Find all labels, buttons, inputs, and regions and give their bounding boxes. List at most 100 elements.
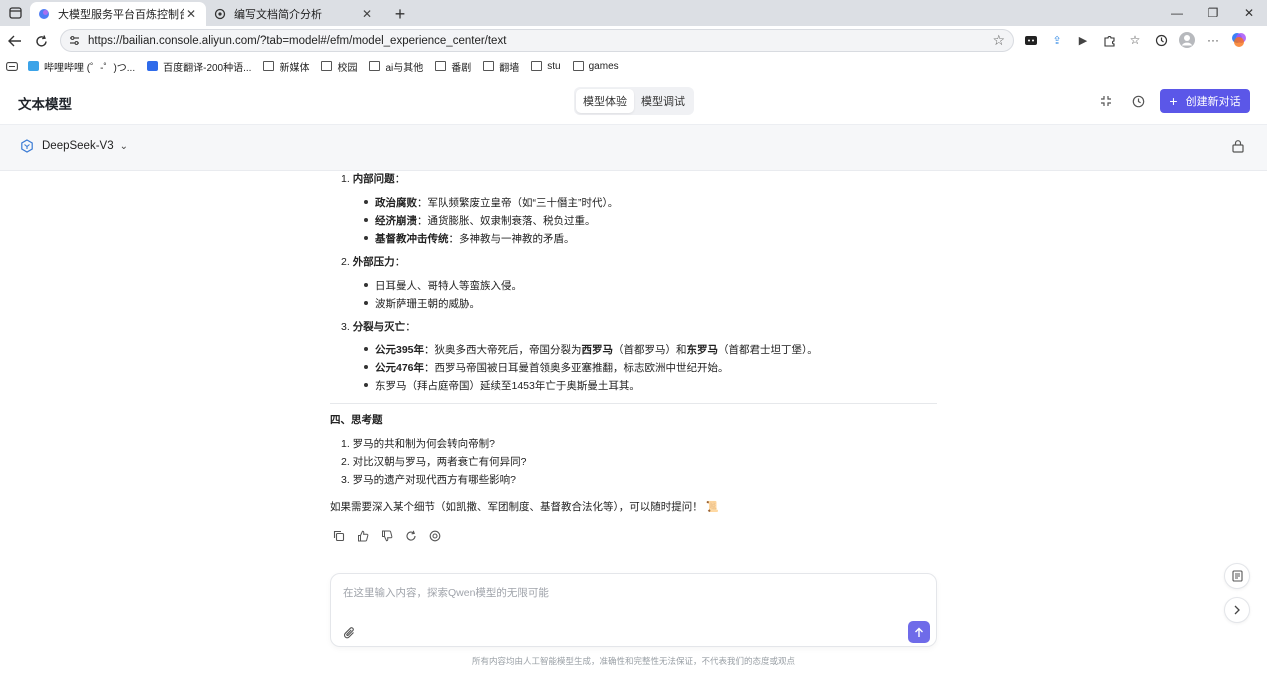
question-item: 2. 对比汉朝与罗马，两者衰亡有何异同?	[341, 456, 527, 468]
bookmark-folder-new-media[interactable]: 新媒体	[263, 59, 309, 74]
bullet-dot	[364, 301, 368, 305]
section-heading: 1. 内部问题：	[341, 173, 406, 185]
bookmark-folder-ai[interactable]: ai与其他	[369, 59, 423, 74]
section-title: 四、思考题	[330, 414, 383, 426]
profile-avatar-icon[interactable]	[1176, 29, 1198, 51]
scroll-emoji: 📜	[705, 501, 719, 513]
list-item: 日耳曼人、哥特人等蛮族入侵。	[375, 280, 522, 292]
folder-icon	[321, 61, 333, 71]
folder-icon	[435, 61, 447, 71]
attachment-paperclip-icon[interactable]	[343, 626, 357, 640]
folder-icon	[483, 61, 495, 71]
bookmark-folder-stu[interactable]: stu	[531, 61, 561, 72]
extensions-toolbar: ⇪ ▶ ☆ ···	[1020, 29, 1250, 51]
tab-model-experience[interactable]: 模型体验	[576, 89, 634, 113]
collapse-icon[interactable]	[1096, 91, 1116, 111]
browser-tab-active[interactable]: 大模型服务平台百炼控制台 ✕	[30, 2, 206, 26]
chevron-down-icon: ⌄	[119, 140, 128, 152]
section-heading: 2. 外部压力：	[341, 256, 406, 268]
chatgpt-favicon-icon	[214, 8, 226, 20]
baidu-translate-icon	[147, 61, 159, 71]
target-icon[interactable]	[429, 530, 441, 542]
bailian-favicon-icon	[39, 9, 49, 19]
tab-actions-icon[interactable]	[0, 0, 30, 26]
back-icon[interactable]	[2, 28, 28, 54]
history-clock-icon[interactable]	[1128, 91, 1148, 111]
divider	[330, 403, 937, 404]
bullet-dot	[364, 347, 368, 351]
lock-icon[interactable]	[1231, 139, 1245, 153]
app-header: 文本模型 模型体验 模型调试 + 创建新对话	[0, 77, 1267, 125]
window-controls: — ❐ ✕	[1159, 0, 1267, 26]
new-chat-label: 创建新对话	[1185, 96, 1241, 108]
list-item: 波斯萨珊王朝的威胁。	[375, 298, 480, 310]
bookmark-folder-campus[interactable]: 校园	[321, 59, 357, 74]
copilot-icon[interactable]	[1228, 29, 1250, 51]
tab-title: 大模型服务平台百炼控制台	[58, 9, 184, 21]
model-selector[interactable]: DeepSeek-V3 ⌄	[20, 139, 128, 153]
list-item: 公元395年：狄奥多西大帝死后，帝国分裂为西罗马（首都罗马）和东罗马（首都君士坦…	[375, 344, 818, 356]
new-tab-button[interactable]: +	[388, 2, 412, 26]
reload-icon[interactable]	[28, 28, 54, 54]
bookmark-folder-vpn[interactable]: 翻墙	[483, 59, 519, 74]
chevron-right-icon	[1234, 605, 1240, 615]
copy-icon[interactable]	[333, 530, 345, 542]
list-item: 经济崩溃：通货膨胀、奴隶制衰落、税负过重。	[375, 215, 596, 227]
favorite-star-icon[interactable]: ☆	[992, 32, 1005, 49]
restore-icon[interactable]: ❐	[1195, 0, 1231, 26]
favorites-icon[interactable]: ☆	[1124, 29, 1146, 51]
close-window-icon[interactable]: ✕	[1231, 0, 1267, 26]
section-heading: 3. 分裂与灭亡：	[341, 321, 416, 333]
extensions-puzzle-icon[interactable]	[1098, 29, 1120, 51]
browser-nav-bar: https://bailian.console.aliyun.com/?tab=…	[0, 26, 1267, 56]
send-button[interactable]	[908, 621, 930, 643]
bullet-dot	[364, 236, 368, 240]
minimize-icon[interactable]: —	[1159, 0, 1195, 26]
folder-icon	[531, 61, 543, 71]
bookmarks-toggle-icon[interactable]	[6, 61, 18, 71]
new-chat-button[interactable]: + 创建新对话	[1160, 89, 1250, 113]
tab-model-debug[interactable]: 模型调试	[634, 89, 692, 113]
document-icon	[1231, 570, 1243, 582]
bookmark-folder-games[interactable]: games	[572, 61, 619, 72]
bookmark-bilibili[interactable]: 哔哩哔哩 (゜-゜)つ...	[28, 59, 135, 74]
bilibili-icon	[28, 61, 39, 71]
list-item: 东罗马（拜占庭帝国）延续至1453年亡于奥斯曼土耳其。	[375, 380, 640, 392]
list-item: 公元476年：西罗马帝国被日耳曼首领奥多亚塞推翻，标志欧洲中世纪开始。	[375, 362, 729, 374]
question-item: 1. 罗马的共和制为何会转向帝制?	[341, 438, 496, 450]
list-item: 政治腐败：军队频繁废立皇帝（如“三十僭主”时代）。	[375, 197, 619, 209]
regenerate-icon[interactable]	[405, 530, 417, 542]
arrow-up-icon	[915, 627, 923, 637]
bullet-dot	[364, 365, 368, 369]
folder-icon	[263, 61, 275, 71]
bookmarks-bar: 哔哩哔哩 (゜-゜)つ... 百度翻译-200种语... 新媒体 校园 ai与其…	[0, 56, 1267, 76]
close-tab-icon[interactable]: ✕	[184, 7, 198, 21]
bilibili-extension-icon[interactable]	[1020, 29, 1042, 51]
expand-side-button[interactable]	[1224, 597, 1250, 623]
bullet-dot	[364, 218, 368, 222]
close-tab-icon[interactable]: ✕	[360, 7, 374, 21]
folder-icon	[369, 61, 381, 71]
chat-input[interactable]: 在这里输入内容，探索Qwen模型的无限可能	[330, 573, 937, 647]
mode-switch: 模型体验 模型调试	[574, 87, 694, 115]
chat-input-placeholder: 在这里输入内容，探索Qwen模型的无限可能	[343, 587, 549, 599]
tab-title: 编写文档简介分析	[234, 9, 322, 21]
thumbs-down-icon[interactable]	[381, 530, 393, 542]
more-menu-icon[interactable]: ···	[1202, 29, 1224, 51]
translate-extension-icon[interactable]: ⇪	[1046, 29, 1068, 51]
bookmark-baidu-translate[interactable]: 百度翻译-200种语...	[147, 59, 251, 74]
browser-tab-inactive[interactable]: 编写文档简介分析 ✕	[206, 2, 382, 26]
list-item: 基督教冲击传统：多神教与一神教的矛盾。	[375, 233, 575, 245]
thumbs-up-icon[interactable]	[357, 530, 369, 542]
bookmark-folder-anime[interactable]: 番剧	[435, 59, 471, 74]
page-title: 文本模型	[18, 97, 72, 112]
address-bar[interactable]: https://bailian.console.aliyun.com/?tab=…	[60, 29, 1014, 52]
bullet-dot	[364, 383, 368, 387]
site-info-icon[interactable]	[69, 35, 80, 46]
play-extension-icon[interactable]: ▶	[1072, 29, 1094, 51]
document-side-button[interactable]	[1224, 563, 1250, 589]
model-hexagon-icon	[21, 139, 33, 153]
history-icon[interactable]	[1150, 29, 1172, 51]
browser-tab-bar: 大模型服务平台百炼控制台 ✕ 编写文档简介分析 ✕ + — ❐ ✕	[0, 0, 1267, 26]
url-text: https://bailian.console.aliyun.com/?tab=…	[88, 34, 507, 47]
